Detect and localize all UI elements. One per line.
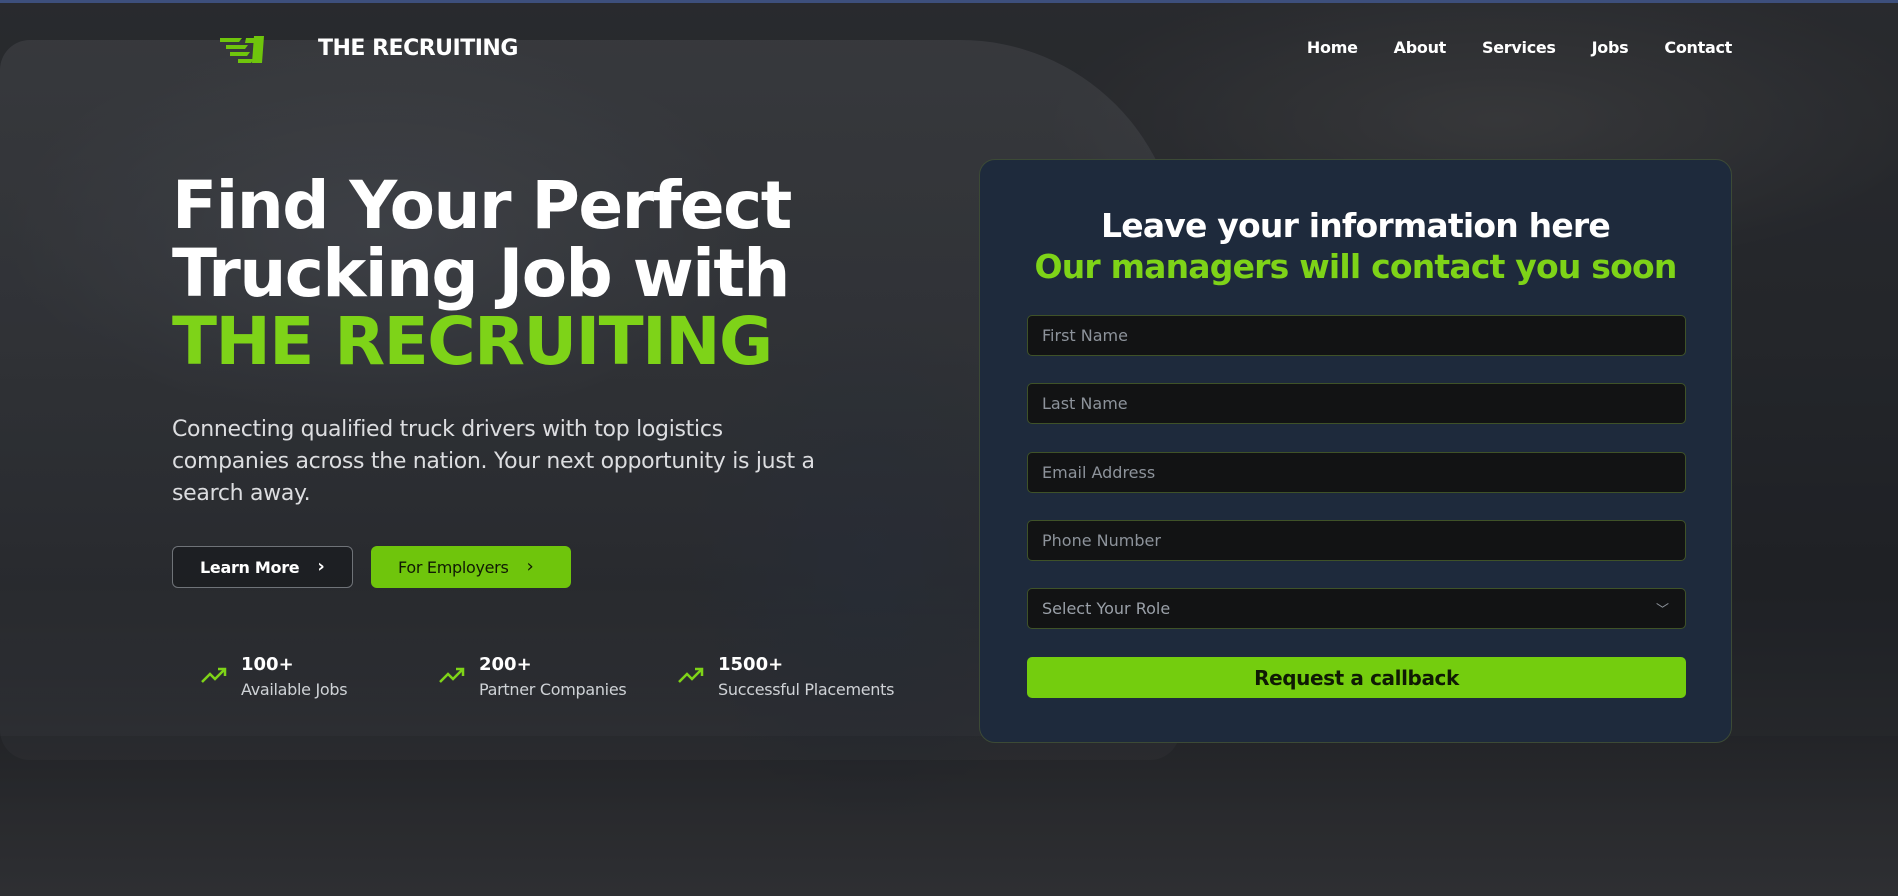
brand-name[interactable]: THE RECRUITING xyxy=(318,36,518,61)
trending-up-icon xyxy=(678,667,704,683)
stat-value: 1500+ xyxy=(718,654,784,675)
site-header: THE RECRUITING Home About Services Jobs … xyxy=(0,0,1898,100)
stat-partner-companies: 200+ Partner Companies xyxy=(438,654,668,704)
headline-line-1: Find Your Perfect xyxy=(172,167,792,244)
role-select-value: Select Your Role xyxy=(1042,599,1171,618)
stat-label: Successful Placements xyxy=(718,680,895,699)
stat-available-jobs: 100+ Available Jobs xyxy=(200,654,430,704)
stat-value: 100+ xyxy=(241,654,294,675)
stat-label: Available Jobs xyxy=(241,680,348,699)
trending-up-icon xyxy=(201,667,227,683)
nav-home[interactable]: Home xyxy=(1307,38,1358,57)
for-employers-label: For Employers xyxy=(398,557,509,577)
role-select[interactable]: Select Your Role ﹀ xyxy=(1027,588,1686,629)
headline-accent: THE RECRUITING xyxy=(172,303,773,380)
phone-field[interactable] xyxy=(1027,520,1686,561)
first-name-field[interactable] xyxy=(1027,315,1686,356)
form-subtitle: Our managers will contact you soon xyxy=(1034,247,1677,286)
speed-truck-logo-icon[interactable] xyxy=(220,34,270,64)
learn-more-label: Learn More xyxy=(200,557,300,577)
hero-headline: Find Your Perfect Trucking Job with THE … xyxy=(172,167,792,380)
nav-about[interactable]: About xyxy=(1394,38,1447,57)
stat-label: Partner Companies xyxy=(479,680,627,699)
trending-up-icon xyxy=(439,667,465,683)
email-field[interactable] xyxy=(1027,452,1686,493)
chevron-down-icon: ﹀ xyxy=(1655,603,1669,618)
last-name-field[interactable] xyxy=(1027,383,1686,424)
callback-form: Leave your information here Our managers… xyxy=(979,159,1732,743)
chevron-right-icon: › xyxy=(526,556,534,577)
headline-line-2: Trucking Job with xyxy=(172,235,790,312)
nav-contact[interactable]: Contact xyxy=(1664,38,1732,57)
nav-jobs[interactable]: Jobs xyxy=(1592,38,1629,57)
stat-value: 200+ xyxy=(479,654,532,675)
request-callback-button[interactable]: Request a callback xyxy=(1027,657,1686,698)
form-title: Leave your information here xyxy=(1101,206,1611,245)
nav-services[interactable]: Services xyxy=(1482,38,1556,57)
hero-subtext: Connecting qualified truck drivers with … xyxy=(172,417,815,506)
chevron-right-icon: › xyxy=(317,556,325,577)
main-nav: Home About Services Jobs Contact xyxy=(1307,38,1732,57)
for-employers-button[interactable]: For Employers › xyxy=(371,546,571,588)
learn-more-button[interactable]: Learn More › xyxy=(172,546,353,588)
stat-successful-placements: 1500+ Successful Placements xyxy=(677,654,907,704)
